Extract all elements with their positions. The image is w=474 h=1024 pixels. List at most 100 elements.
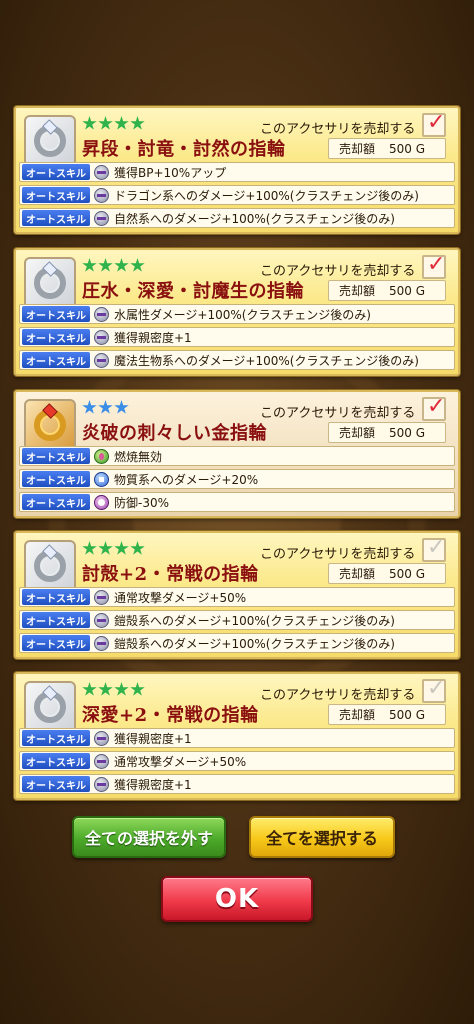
- auto-skill-tag: オートスキル: [22, 164, 90, 180]
- star-icon: [98, 541, 113, 555]
- check-icon: ✓: [427, 110, 446, 135]
- star-icon: [130, 541, 145, 555]
- skill-row: オートスキル 防御-30%: [19, 492, 455, 512]
- sell-label: このアクセサリを売却する: [260, 688, 416, 703]
- skill-text: 物質系へのダメージ+20%: [114, 472, 259, 487]
- auto-skill-tag: オートスキル: [22, 352, 90, 368]
- skill-text: 燃焼無効: [114, 449, 163, 464]
- star-icon: [114, 400, 129, 414]
- star-icon: [114, 682, 129, 696]
- skill-row: オートスキル 鎧殻系へのダメージ+100%(クラスチェンジ後のみ): [19, 633, 455, 653]
- skill-row: オートスキル 燃焼無効: [19, 446, 455, 466]
- sell-checkbox[interactable]: ✓: [422, 252, 446, 279]
- skill-icon: [94, 612, 109, 628]
- price-label: 売却額: [339, 284, 376, 298]
- auto-skill-tag: オートスキル: [22, 635, 90, 651]
- auto-skill-tag: オートスキル: [22, 306, 90, 322]
- accessory-name: 昇段・討竜・討然の指輪: [82, 139, 286, 160]
- sell-checkbox[interactable]: ✓: [422, 110, 446, 137]
- star-icon: [130, 682, 145, 696]
- skill-row: オートスキル 獲得親密度+1: [19, 327, 455, 347]
- accessory-name: 討殻+2・常戦の指輪: [82, 564, 259, 585]
- auto-skill-tag: オートスキル: [22, 730, 90, 746]
- auto-skill-tag: オートスキル: [22, 776, 90, 792]
- select-all-button[interactable]: 全てを選択する: [249, 816, 395, 858]
- defense-skill-icon: [94, 494, 109, 510]
- check-icon: ✓: [427, 394, 446, 419]
- price-value: 500 G: [389, 425, 426, 440]
- check-icon: ✓: [427, 535, 446, 560]
- star-icon: [98, 682, 113, 696]
- price-label: 売却額: [339, 708, 376, 722]
- star-icon: [114, 258, 129, 272]
- star-icon: [82, 258, 97, 272]
- price-value: 500 G: [389, 707, 426, 722]
- skill-icon: [94, 776, 109, 792]
- skill-text: 魔法生物系へのダメージ+100%(クラスチェンジ後のみ): [114, 353, 419, 368]
- skill-row: オートスキル 獲得親密度+1: [19, 728, 455, 748]
- accessory-card[interactable]: このアクセサリを売却する ✓ 討殻+2・常戦の指輪 売却額 500 G オートス…: [14, 531, 460, 659]
- skill-icon: [94, 329, 109, 345]
- auto-skill-tag: オートスキル: [22, 448, 90, 464]
- skill-row: オートスキル ドラゴン系へのダメージ+100%(クラスチェンジ後のみ): [19, 185, 455, 205]
- accessory-name: 炎破の刺々しい金指輪: [82, 423, 267, 444]
- accessory-card[interactable]: このアクセサリを売却する ✓ 炎破の刺々しい金指輪 売却額 500 G オートス…: [14, 390, 460, 518]
- sell-label: このアクセサリを売却する: [260, 547, 416, 562]
- skill-row: オートスキル 魔法生物系へのダメージ+100%(クラスチェンジ後のみ): [19, 350, 455, 370]
- star-icon: [130, 116, 145, 130]
- sell-checkbox[interactable]: ✓: [422, 394, 446, 421]
- check-icon: ✓: [427, 676, 446, 701]
- silver-ring-icon: [24, 540, 76, 592]
- rarity-stars: [82, 258, 145, 274]
- star-icon: [82, 116, 97, 130]
- skill-text: 鎧殻系へのダメージ+100%(クラスチェンジ後のみ): [114, 636, 395, 651]
- skill-text: 通常攻撃ダメージ+50%: [114, 590, 247, 605]
- star-icon: [98, 400, 113, 414]
- accessory-card[interactable]: このアクセサリを売却する ✓ 圧水・深愛・討魔生の指輪 売却額 500 G オー…: [14, 248, 460, 376]
- skill-row: オートスキル 物質系へのダメージ+20%: [19, 469, 455, 489]
- price-value: 500 G: [389, 566, 426, 581]
- accessory-name: 深愛+2・常戦の指輪: [82, 705, 259, 726]
- skill-text: 鎧殻系へのダメージ+100%(クラスチェンジ後のみ): [114, 613, 395, 628]
- skill-text: 通常攻撃ダメージ+50%: [114, 754, 247, 769]
- skill-row: オートスキル 自然系へのダメージ+100%(クラスチェンジ後のみ): [19, 208, 455, 228]
- star-icon: [130, 258, 145, 272]
- skill-row: オートスキル 獲得親密度+1: [19, 774, 455, 794]
- accessory-card[interactable]: このアクセサリを売却する ✓ 昇段・討竜・討然の指輪 売却額 500 G オート…: [14, 106, 460, 234]
- deselect-all-button[interactable]: 全ての選択を外す: [72, 816, 226, 858]
- sell-checkbox[interactable]: ✓: [422, 676, 446, 703]
- auto-skill-tag: オートスキル: [22, 589, 90, 605]
- rarity-stars: [82, 541, 145, 557]
- skill-row: オートスキル 鎧殻系へのダメージ+100%(クラスチェンジ後のみ): [19, 610, 455, 630]
- physical-skill-icon: [94, 471, 109, 487]
- star-icon: [98, 258, 113, 272]
- sell-price: 売却額 500 G: [328, 422, 446, 443]
- skill-icon: [94, 352, 109, 368]
- auto-skill-tag: オートスキル: [22, 612, 90, 628]
- price-label: 売却額: [339, 567, 376, 581]
- skill-text: 防御-30%: [114, 495, 170, 510]
- sell-price: 売却額 500 G: [328, 563, 446, 584]
- skill-icon: [94, 589, 109, 605]
- skill-text: 獲得親密度+1: [114, 330, 192, 345]
- check-icon: ✓: [427, 252, 446, 277]
- price-label: 売却額: [339, 142, 376, 156]
- skill-text: 水属性ダメージ+100%(クラスチェンジ後のみ): [114, 307, 371, 322]
- star-icon: [98, 116, 113, 130]
- price-value: 500 G: [389, 283, 426, 298]
- ok-button[interactable]: OK: [161, 876, 313, 922]
- star-icon: [82, 682, 97, 696]
- skill-icon: [94, 306, 109, 322]
- auto-skill-tag: オートスキル: [22, 494, 90, 510]
- skill-text: ドラゴン系へのダメージ+100%(クラスチェンジ後のみ): [114, 188, 419, 203]
- auto-skill-tag: オートスキル: [22, 753, 90, 769]
- skill-row: オートスキル 通常攻撃ダメージ+50%: [19, 587, 455, 607]
- sell-checkbox[interactable]: ✓: [422, 535, 446, 562]
- star-icon: [114, 541, 129, 555]
- auto-skill-tag: オートスキル: [22, 187, 90, 203]
- sell-price: 売却額 500 G: [328, 704, 446, 725]
- auto-skill-tag: オートスキル: [22, 210, 90, 226]
- skill-text: 獲得親密度+1: [114, 777, 192, 792]
- silver-ring-icon: [24, 257, 76, 309]
- accessory-card[interactable]: このアクセサリを売却する ✓ 深愛+2・常戦の指輪 売却額 500 G オートス…: [14, 672, 460, 800]
